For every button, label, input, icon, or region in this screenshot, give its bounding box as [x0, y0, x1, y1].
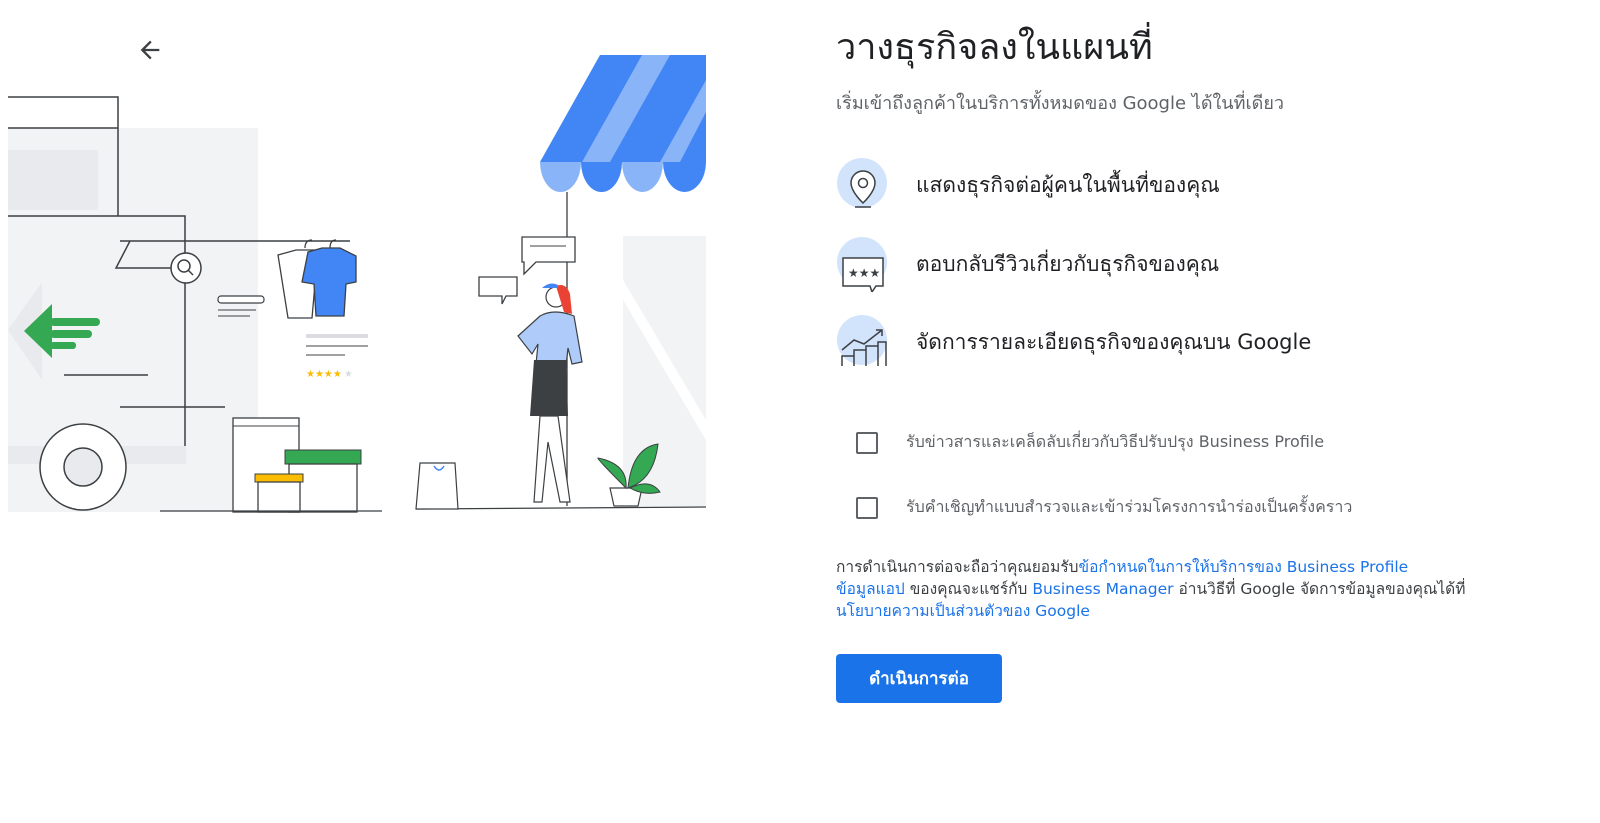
- feature-item-reviews: ★★★ ตอบกลับรีวิวเกี่ยวกับธุรกิจของคุณ: [836, 236, 1220, 294]
- legal-text: ของคุณจะแชร์กับ: [904, 580, 1033, 598]
- legal-notice: การดำเนินการต่อจะถือว่าคุณยอมรับข้อกำหนด…: [836, 556, 1516, 622]
- page-subtitle: เริ่มเข้าถึงลูกค้าในบริการทั้งหมดของ Goo…: [836, 93, 1284, 114]
- continue-button[interactable]: ดำเนินการต่อ: [836, 654, 1002, 703]
- feature-item-manage: จัดการรายละเอียดธุรกิจของคุณบน Google: [836, 314, 1311, 370]
- svg-text:★: ★: [344, 369, 353, 380]
- checkbox-row-surveys: รับคำเชิญทำแบบสำรวจและเข้าร่วมโครงการนำร…: [856, 495, 1352, 520]
- svg-text:★★★★: ★★★★: [306, 369, 342, 380]
- review-stars-icon: ★★★: [836, 236, 892, 294]
- feature-label: จัดการรายละเอียดธุรกิจของคุณบน Google: [916, 329, 1312, 354]
- app-data-link[interactable]: ข้อมูลแอป: [836, 580, 905, 598]
- page-title: วางธุรกิจลงในแผนที่: [836, 27, 1153, 68]
- news-tips-checkbox[interactable]: [856, 431, 878, 454]
- business-manager-link[interactable]: Business Manager: [1032, 580, 1173, 598]
- terms-of-service-link[interactable]: ข้อกำหนดในการให้บริการของ Business Profi…: [1079, 558, 1409, 576]
- checkbox-label: รับคำเชิญทำแบบสำรวจและเข้าร่วมโครงการนำร…: [906, 497, 1353, 516]
- checkbox-row-news: รับข่าวสารและเคล็ดลับเกี่ยวกับวิธีปรับปร…: [856, 430, 1324, 455]
- location-pin-icon: [836, 157, 892, 213]
- privacy-policy-link[interactable]: นโยบายความเป็นส่วนตัวของ Google: [836, 602, 1090, 620]
- legal-text: การดำเนินการต่อจะถือว่าคุณยอมรับ: [836, 558, 1079, 576]
- checkbox-label: รับข่าวสารและเคล็ดลับเกี่ยวกับวิธีปรับปร…: [906, 432, 1325, 451]
- feature-item-local: แสดงธุรกิจต่อผู้คนในพื้นที่ของคุณ: [836, 157, 1220, 213]
- surveys-checkbox[interactable]: [856, 496, 878, 519]
- legal-text: อ่านวิธีที่ Google จัดการข้อมูลของคุณได้…: [1173, 580, 1466, 598]
- growth-chart-icon: [836, 314, 892, 370]
- feature-label: แสดงธุรกิจต่อผู้คนในพื้นที่ของคุณ: [916, 172, 1220, 197]
- feature-label: ตอบกลับรีวิวเกี่ยวกับธุรกิจของคุณ: [916, 251, 1220, 276]
- storefront-illustration: ★★★★ ★: [8, 55, 707, 513]
- svg-text:★★★: ★★★: [848, 266, 880, 280]
